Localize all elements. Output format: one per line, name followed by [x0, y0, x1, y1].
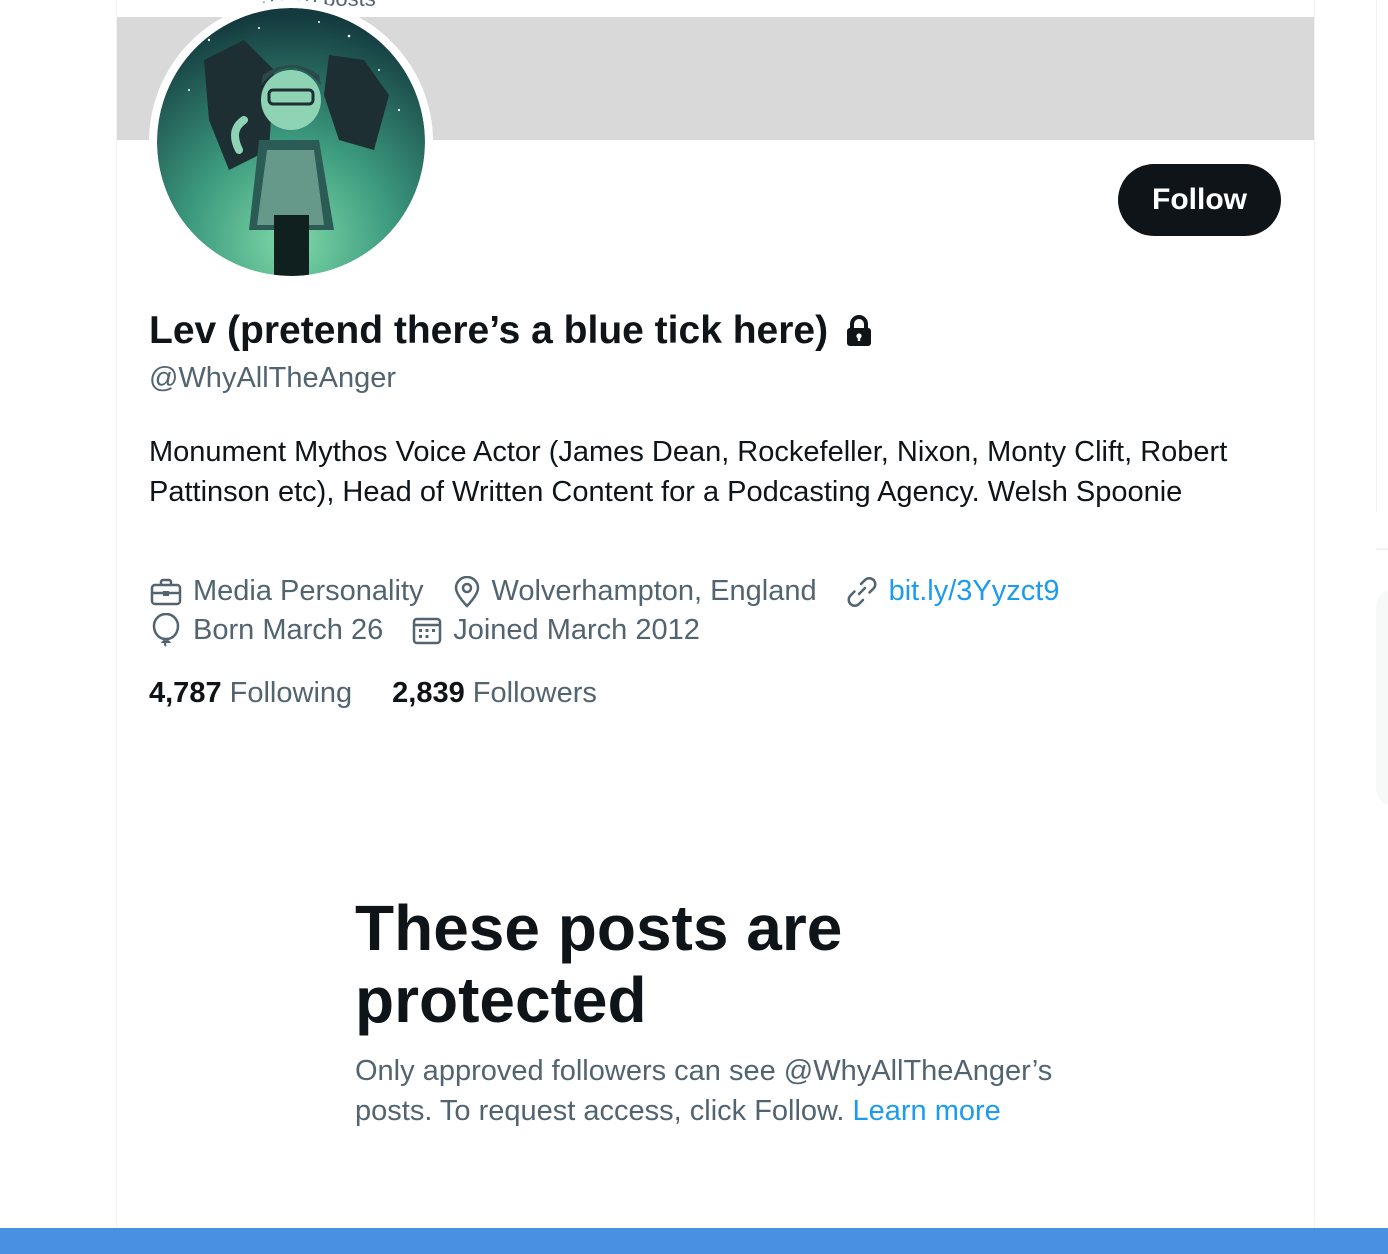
sidebar-card — [1376, 590, 1388, 805]
birthday-text: Born March 26 — [193, 613, 384, 646]
profile-handle: @WhyAllTheAnger — [149, 362, 397, 394]
location-pin-icon — [454, 575, 479, 608]
avatar[interactable] — [149, 0, 433, 284]
following-label: Following — [229, 677, 353, 709]
profile-meta-row-1: Media Personality Wolverhampton, England… — [149, 575, 1087, 608]
following-stat[interactable]: 4,787 Following — [149, 677, 352, 710]
calendar-icon — [412, 617, 442, 645]
category-text: Media Personality — [193, 575, 424, 607]
profile-meta-row-2: Born March 26 Joined March 2012 — [149, 613, 728, 647]
link-icon — [847, 576, 877, 607]
followers-count: 2,839 — [392, 677, 465, 709]
birthday-item: Born March 26 — [149, 613, 383, 647]
joined-text: Joined March 2012 — [453, 613, 700, 646]
sidebar-separator — [1376, 548, 1388, 550]
briefcase-icon — [150, 578, 182, 605]
bottom-banner — [0, 1228, 1388, 1254]
followers-stat[interactable]: 2,839 Followers — [392, 677, 597, 710]
protected-message: Only approved followers can see @WhyAllT… — [355, 1051, 1075, 1131]
display-name: Lev (pretend there’s a blue tick here) — [149, 309, 874, 353]
following-count: 4,787 — [149, 677, 222, 709]
category-item: Media Personality — [149, 575, 424, 608]
right-sidebar-edge — [1376, 0, 1388, 1254]
avatar-image — [149, 0, 433, 284]
location-item: Wolverhampton, England — [452, 575, 817, 608]
display-name-text: Lev (pretend there’s a blue tick here) — [149, 309, 829, 352]
protected-title: These posts are protected — [355, 892, 843, 1036]
sidebar-divider — [1376, 0, 1377, 512]
learn-more-link[interactable]: Learn more — [853, 1095, 1001, 1127]
location-text: Wolverhampton, England — [491, 575, 817, 607]
website-link[interactable]: bit.ly/3Yyzct9 — [889, 575, 1060, 608]
balloon-icon — [152, 613, 180, 647]
website-item[interactable]: bit.ly/3Yyzct9 — [845, 575, 1060, 608]
followers-label: Followers — [472, 677, 597, 709]
follow-stats: 4,787 Following 2,839 Followers — [149, 677, 637, 710]
follow-button[interactable]: Follow — [1118, 164, 1281, 236]
profile-bio: Monument Mythos Voice Actor (James Dean,… — [149, 436, 1228, 508]
joined-item: Joined March 2012 — [411, 614, 700, 647]
lock-icon — [847, 315, 872, 346]
